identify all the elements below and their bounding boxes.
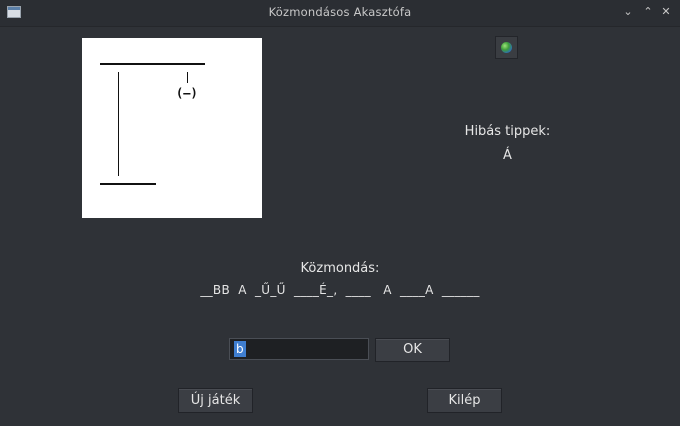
- title-bar: Közmondásos Akasztófa ⌄ ⌃ ✕: [0, 0, 680, 27]
- wrong-guesses-letters: Á: [503, 148, 512, 163]
- ok-button[interactable]: OK: [375, 338, 450, 362]
- window-title: Közmondásos Akasztófa: [268, 5, 412, 19]
- gallows-post: [118, 72, 119, 176]
- wrong-guesses-label: Hibás tippek:: [464, 124, 551, 139]
- language-button[interactable]: [495, 36, 518, 59]
- globe-icon: [501, 42, 512, 53]
- close-icon[interactable]: ✕: [657, 3, 675, 21]
- proverb-pattern: __BB A _Ű_Ű ____É_, ____ A ____A ______: [200, 283, 480, 297]
- minimize-icon[interactable]: ⌄: [619, 3, 637, 21]
- proverb-label: Közmondás:: [300, 261, 380, 276]
- quit-button[interactable]: Kilép: [427, 388, 502, 413]
- maximize-icon[interactable]: ⌃: [639, 3, 657, 21]
- gallows-base: [100, 183, 156, 185]
- gallows-rope: [187, 72, 188, 83]
- guess-input[interactable]: [229, 338, 369, 360]
- hanged-head: (–): [176, 86, 198, 100]
- gallows-top-beam: [100, 63, 205, 65]
- guess-input-value: b: [234, 341, 246, 357]
- gallows-panel: (–): [82, 38, 262, 218]
- new-game-button[interactable]: Új játék: [178, 388, 253, 413]
